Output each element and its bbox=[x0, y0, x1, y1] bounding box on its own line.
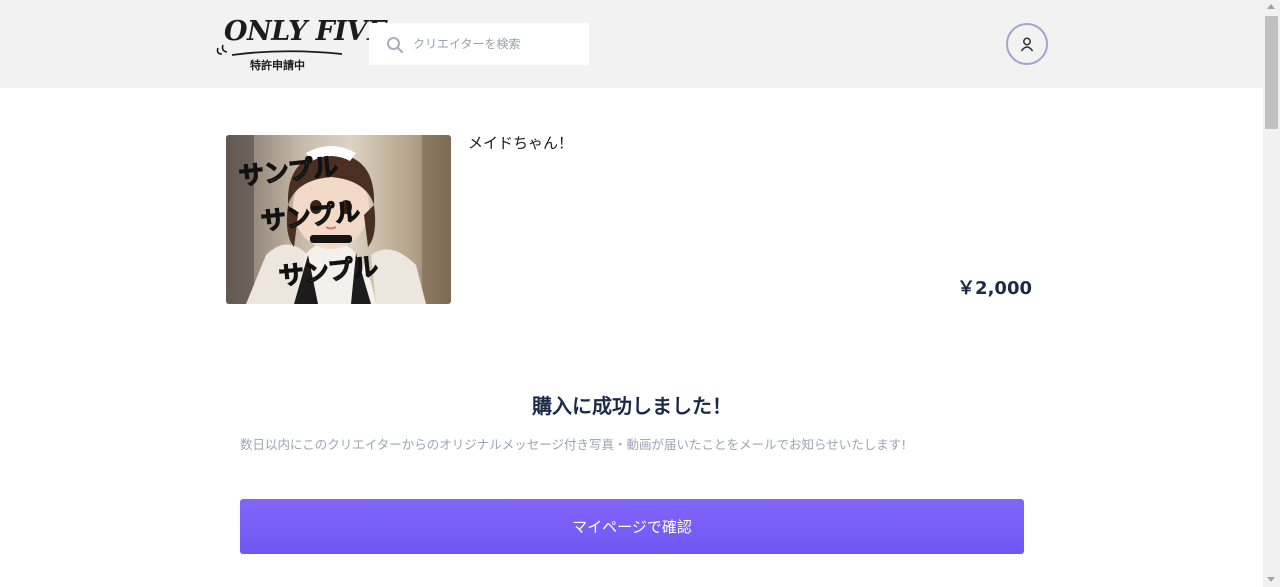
scroll-down-arrow-icon[interactable] bbox=[1267, 577, 1275, 582]
site-logo[interactable]: ONLY FIVE 特許申請中 bbox=[214, 14, 387, 74]
product-thumbnail: サンプル サンプル サンプル bbox=[226, 135, 451, 304]
site-header: ONLY FIVE 特許申請中 bbox=[0, 0, 1263, 88]
logo-patent-pending: 特許申請中 bbox=[250, 59, 305, 72]
search-input[interactable] bbox=[413, 23, 583, 65]
creator-search-box[interactable] bbox=[369, 23, 589, 65]
check-mypage-button[interactable]: マイページで確認 bbox=[240, 499, 1024, 554]
product-price: ￥2,000 bbox=[957, 278, 1032, 299]
search-icon bbox=[387, 37, 404, 54]
user-account-button[interactable] bbox=[1006, 23, 1048, 65]
logo-wordmark: ONLY FIVE bbox=[224, 16, 387, 47]
product-title: メイドちゃん！ bbox=[468, 134, 574, 152]
page-scrollbar[interactable] bbox=[1263, 0, 1280, 587]
product-thumbnail-image: サンプル サンプル サンプル bbox=[226, 135, 451, 304]
purchase-success-message: 数日以内にこのクリエイターからのオリジナルメッセージ付き写真・動画が届いたことを… bbox=[240, 437, 907, 452]
scroll-up-arrow-icon[interactable] bbox=[1267, 4, 1275, 9]
user-icon bbox=[1021, 37, 1033, 52]
purchase-success-title: 購入に成功しました！ bbox=[532, 394, 732, 418]
scrollbar-thumb[interactable] bbox=[1265, 16, 1278, 129]
